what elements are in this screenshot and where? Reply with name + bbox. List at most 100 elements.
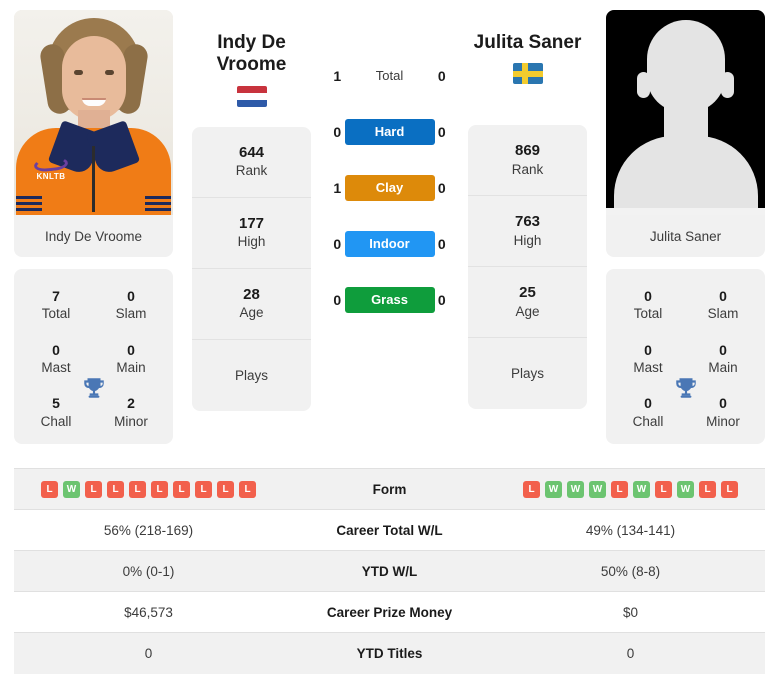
stat-label: High	[513, 233, 542, 248]
stat-value: 25	[519, 284, 536, 302]
right-title-mast: 0 Mast	[622, 341, 674, 377]
table-row: LWLLLLLLLL Form LWWWLWLWLL	[14, 468, 765, 510]
stat-value: 0	[644, 341, 652, 358]
h2h-left-score: 0	[333, 124, 342, 140]
stat-value: 0	[127, 288, 135, 304]
h2h-right-score: 0	[437, 68, 446, 84]
stat-value: 0	[644, 395, 652, 412]
h2h-right-score: 0	[437, 180, 446, 196]
right-title-slam: 0 Slam	[697, 287, 749, 323]
left-player-photo-card[interactable]: KNLTB Indy De Vroome	[14, 10, 173, 257]
left-ytd-titles: 0	[144, 645, 153, 661]
right-form-cell: LWWWLWLWLL	[496, 469, 765, 510]
right-player-photo-card[interactable]: Julita Saner	[606, 10, 765, 257]
right-stat-high: 763 High	[468, 196, 587, 268]
table-row: 0% (0-1) YTD W/L 50% (8-8)	[14, 550, 765, 592]
stat-value: 869	[514, 142, 541, 160]
left-player-photo-name: Indy De Vroome	[44, 229, 143, 244]
h2h-right-score: 0	[437, 236, 446, 252]
right-career-total-wl: 49% (134-141)	[585, 522, 676, 538]
right-titles-card: 0 Total 0 Slam 0 Mast 0 Main 0 Chall 0 M…	[606, 269, 765, 445]
stat-label: Total	[41, 306, 71, 322]
head-to-head-column: 1 Total 0 0 Hard 0 1 Clay 0 0 Indoor 0 0	[330, 10, 449, 314]
titles-row: 0 Mast 0 Main	[18, 341, 169, 377]
stat-value: 0	[644, 288, 652, 304]
form-badge-l: L	[173, 480, 190, 498]
right-player-name[interactable]: Julita Saner	[455, 32, 600, 54]
left-titles-card: 7 Total 0 Slam 0 Mast 0 Main 5 Chall 2 M…	[14, 269, 173, 445]
h2h-row-total: 1 Total 0	[330, 62, 449, 90]
form-badge-w: W	[633, 480, 650, 498]
stat-label: Main	[116, 359, 146, 375]
right-player-column: Julita Saner 0 Total 0 Slam 0 Mast 0 Mai…	[606, 10, 765, 445]
h2h-surface-badge-grass[interactable]: Grass	[344, 287, 435, 313]
form-badge-l: L	[107, 480, 124, 498]
h2h-left-score: 1	[333, 68, 342, 84]
h2h-surface-label: Total	[375, 68, 404, 83]
left-career-prize-money: $46,573	[124, 604, 173, 620]
form-badge-l: L	[239, 480, 256, 498]
table-row: $46,573 Career Prize Money $0	[14, 591, 765, 633]
row-label: YTD Titles	[356, 645, 423, 661]
stat-label: Slam	[115, 306, 147, 322]
form-badge-l: L	[699, 480, 716, 498]
stat-value: 0	[719, 395, 727, 412]
right-title-chall: 0 Chall	[622, 394, 674, 430]
stat-value: 0	[52, 341, 60, 358]
left-form-cell: LWLLLLLLLL	[14, 469, 283, 510]
form-badge-w: W	[567, 480, 584, 498]
h2h-surface-badge-indoor[interactable]: Indoor	[344, 231, 435, 257]
stat-label: Minor	[114, 413, 148, 429]
h2h-left-score: 0	[333, 292, 342, 308]
h2h-row-grass: 0 Grass 0	[330, 286, 449, 314]
h2h-left-score: 1	[333, 180, 342, 196]
left-stat-rank: 644 Rank	[192, 127, 311, 198]
left-title-slam: 0 Slam	[105, 287, 157, 323]
stat-label: Age	[515, 304, 540, 319]
form-badge-l: L	[129, 480, 146, 498]
right-stat-plays: Plays	[468, 338, 587, 409]
stat-label: Chall	[40, 413, 72, 429]
stat-value: 763	[514, 213, 541, 231]
left-stat-age: 28 Age	[192, 269, 311, 340]
right-ytd-titles: 0	[626, 645, 635, 661]
left-title-main: 0 Main	[105, 341, 157, 377]
left-player-photo: KNLTB	[14, 10, 173, 215]
form-badge-l: L	[655, 480, 672, 498]
right-form-strip: LWWWLWLWLL	[496, 480, 765, 498]
h2h-surface-badge-clay[interactable]: Clay	[344, 175, 435, 201]
stat-label: Plays	[510, 366, 544, 382]
form-badge-l: L	[523, 480, 540, 498]
stat-label: Minor	[706, 413, 740, 429]
name-line-1: Julita Saner	[473, 32, 582, 53]
right-stat-age: 25 Age	[468, 267, 587, 339]
right-player-photo-name: Julita Saner	[649, 229, 722, 244]
right-title-main: 0 Main	[697, 341, 749, 377]
left-name-column: Indy De Vroome 644 Rank 177 High 28 Age	[179, 10, 324, 411]
right-ytd-wl: 50% (8-8)	[600, 563, 661, 579]
h2h-right-score: 0	[437, 292, 446, 308]
stat-label: Rank	[511, 162, 544, 177]
form-badge-l: L	[151, 480, 168, 498]
h2h-surface-badge-hard[interactable]: Hard	[344, 119, 435, 145]
left-stat-plays: Plays	[192, 340, 311, 411]
left-career-total-wl: 56% (218-169)	[103, 522, 194, 538]
left-player-name[interactable]: Indy De Vroome	[179, 32, 324, 77]
left-player-column: KNLTB Indy De Vroome 7 Total 0 Slam 0 Ma…	[14, 10, 173, 445]
form-badge-l: L	[85, 480, 102, 498]
stat-label: Plays	[234, 367, 268, 383]
row-label: YTD W/L	[361, 563, 418, 579]
stat-label: Slam	[707, 306, 739, 322]
table-row: 0 YTD Titles 0	[14, 632, 765, 674]
form-badge-l: L	[611, 480, 628, 498]
stat-value: 5	[52, 395, 60, 412]
stat-label: Mast	[41, 359, 71, 375]
left-stat-high: 177 High	[192, 198, 311, 269]
right-stats-card: 869 Rank 763 High 25 Age Plays	[468, 125, 587, 410]
name-line-2: Vroome	[216, 54, 287, 76]
right-title-minor: 0 Minor	[697, 394, 749, 430]
form-badge-l: L	[41, 480, 58, 498]
left-title-mast: 0 Mast	[30, 341, 82, 377]
comparison-table: LWLLLLLLLL Form LWWWLWLWLL 56% (218-169)…	[14, 468, 765, 674]
right-stat-rank: 869 Rank	[468, 125, 587, 197]
